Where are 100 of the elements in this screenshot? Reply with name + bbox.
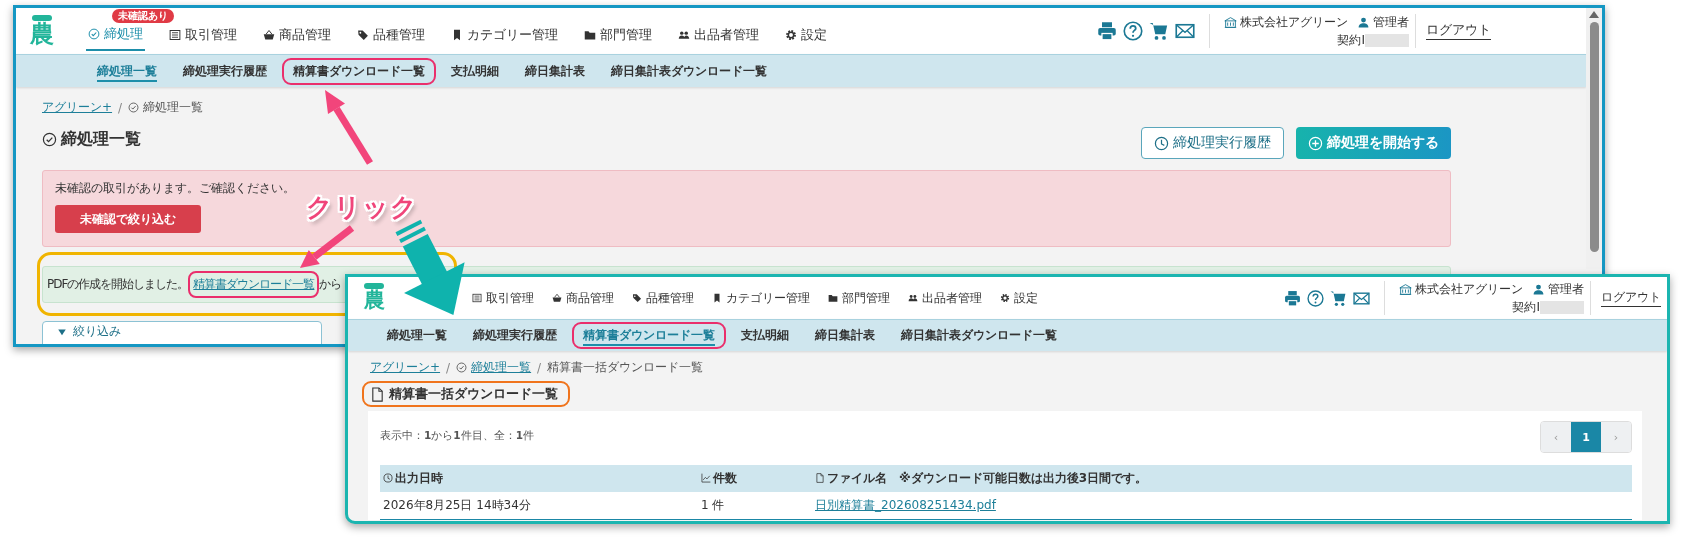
alert-message: から [319, 276, 342, 293]
bookmark-icon [451, 29, 463, 41]
filter-label: 絞り込み [73, 323, 121, 340]
nav-tab[interactable]: 商品管理 [550, 284, 616, 312]
chart-icon [701, 473, 711, 483]
page-title: 精算書一括ダウンロード一覧 [389, 385, 558, 403]
check-icon [456, 362, 468, 373]
company-name: 株式会社アグリーン [1240, 13, 1348, 31]
alert-message: 未確認の取引があります。ご確認ください。 [55, 181, 296, 196]
company-name: 株式会社アグリーン [1415, 280, 1523, 298]
printer-icon [1097, 21, 1117, 41]
sub-nav-tab[interactable]: 締日集計表ダウンロード一覧 [890, 322, 1068, 349]
sub-nav-tab[interactable]: 締日集計表 [804, 322, 886, 349]
breadcrumb-link[interactable]: アグリーン+ [42, 99, 113, 116]
check-icon [128, 102, 140, 113]
logout-link[interactable]: ログアウト [1601, 289, 1661, 307]
gear-icon [785, 29, 797, 41]
list-icon [472, 293, 482, 303]
notification-badge: 未確認あり [112, 8, 174, 23]
nav-tab[interactable]: 部門管理 [582, 19, 654, 51]
cart-icon [1330, 289, 1347, 307]
check-icon [42, 131, 57, 147]
file-icon [370, 386, 385, 402]
scrollbar[interactable] [1586, 8, 1602, 269]
check-icon [88, 28, 100, 40]
breadcrumb-separator: / [446, 360, 451, 375]
sub-nav-tab[interactable]: 締処理一覧 [86, 57, 168, 85]
table-cell: 1 件 [698, 492, 812, 520]
nav-tab[interactable]: 取引管理 [470, 284, 536, 312]
gear-icon [1000, 293, 1010, 303]
result-summary: 表示中：1から1件目、全：1件 [380, 429, 534, 443]
list-icon [169, 29, 181, 41]
nav-tab[interactable]: 品種管理 [355, 19, 427, 51]
tag-icon [632, 293, 642, 303]
mail-icon [1353, 289, 1370, 307]
sub-nav-tab[interactable]: 締処理一覧 [376, 322, 458, 349]
nav-tab[interactable]: カテゴリー管理 [449, 19, 560, 51]
nav-tab[interactable]: 品種管理 [630, 284, 696, 312]
bookmark-icon [712, 293, 722, 303]
contract-label: 契約I [1512, 298, 1540, 316]
building-icon [1399, 282, 1412, 296]
filter-unconfirmed-button[interactable]: 未確認で絞り込む [55, 205, 201, 233]
logout-link[interactable]: ログアウト [1426, 22, 1491, 40]
contract-label: 契約I [1337, 31, 1365, 49]
building-icon [1224, 15, 1237, 29]
filter-panel[interactable]: 絞り込み [42, 321, 322, 344]
alert-message: PDFの作成を開始しました。 [47, 276, 189, 293]
tag-icon [357, 29, 369, 41]
history-button[interactable]: 締処理実行履歴 [1141, 127, 1284, 159]
help-icon [1123, 21, 1143, 41]
user-icon [1532, 282, 1545, 296]
sub-nav-tab[interactable]: 締日集計表ダウンロード一覧 [600, 57, 778, 85]
column-header: ファイル名 ※ダウンロード可能日数は出力後3日間です。 [812, 465, 1632, 492]
clock-icon [1154, 135, 1169, 151]
sub-nav-tab[interactable]: 支払明細 [730, 322, 800, 349]
page-button[interactable]: 1 [1571, 422, 1601, 452]
user-role: 管理者 [1548, 280, 1584, 298]
nav-tab[interactable]: 出品者管理 [906, 284, 984, 312]
sub-nav-tab[interactable]: 締日集計表 [514, 57, 596, 85]
download-list-link[interactable]: 精算書ダウンロード一覧 [188, 271, 320, 298]
clock-icon [383, 473, 393, 483]
file-link[interactable]: 日別精算書_202608251434.pdf [815, 498, 996, 512]
breadcrumb-link[interactable]: 締処理一覧 [471, 359, 532, 376]
cart-icon [1149, 21, 1169, 41]
mail-icon [1175, 21, 1195, 41]
printer-icon [1284, 289, 1301, 307]
redacted-block [1540, 300, 1584, 314]
sub-nav-tab[interactable]: 精算書ダウンロード一覧 [282, 57, 436, 85]
column-header: 件数 [698, 465, 812, 492]
sub-nav-tab[interactable]: 締処理実行履歴 [172, 57, 278, 85]
breadcrumb-link[interactable]: アグリーン+ [370, 359, 441, 376]
breadcrumb-separator: / [537, 360, 542, 375]
nav-tab[interactable]: 出品者管理 [676, 19, 761, 51]
users-icon [908, 293, 918, 303]
pointer-arrow [300, 225, 355, 268]
sub-nav-tab[interactable]: 締処理実行履歴 [462, 322, 568, 349]
column-header: 出力日時 [380, 465, 698, 492]
user-icon [1357, 15, 1370, 29]
basket-icon [552, 293, 562, 303]
page-title: 締処理一覧 [61, 128, 141, 150]
annotation-label: クリック [306, 191, 418, 224]
user-role: 管理者 [1373, 13, 1409, 31]
breadcrumb-current: 精算書一括ダウンロード一覧 [547, 359, 704, 376]
sub-nav-tab[interactable]: 精算書ダウンロード一覧 [572, 322, 726, 349]
nav-tab[interactable]: 部門管理 [826, 284, 892, 312]
nav-tab[interactable]: 商品管理 [261, 19, 333, 51]
nav-tab[interactable]: 設定 [998, 284, 1040, 312]
redacted-block [1365, 33, 1409, 47]
plus-icon [1308, 135, 1323, 151]
nav-tab[interactable]: カテゴリー管理 [710, 284, 812, 312]
sub-nav-tab[interactable]: 支払明細 [440, 57, 510, 85]
help-icon [1307, 289, 1324, 307]
basket-icon [263, 29, 275, 41]
users-icon [678, 29, 690, 41]
file-icon [815, 473, 825, 483]
breadcrumb-separator: / [118, 100, 123, 115]
table-cell: 2026年8月25日 14時34分 [380, 492, 698, 520]
folder-icon [584, 29, 596, 41]
breadcrumb-current: 締処理一覧 [143, 99, 204, 116]
nav-tab[interactable]: 設定 [783, 19, 829, 51]
